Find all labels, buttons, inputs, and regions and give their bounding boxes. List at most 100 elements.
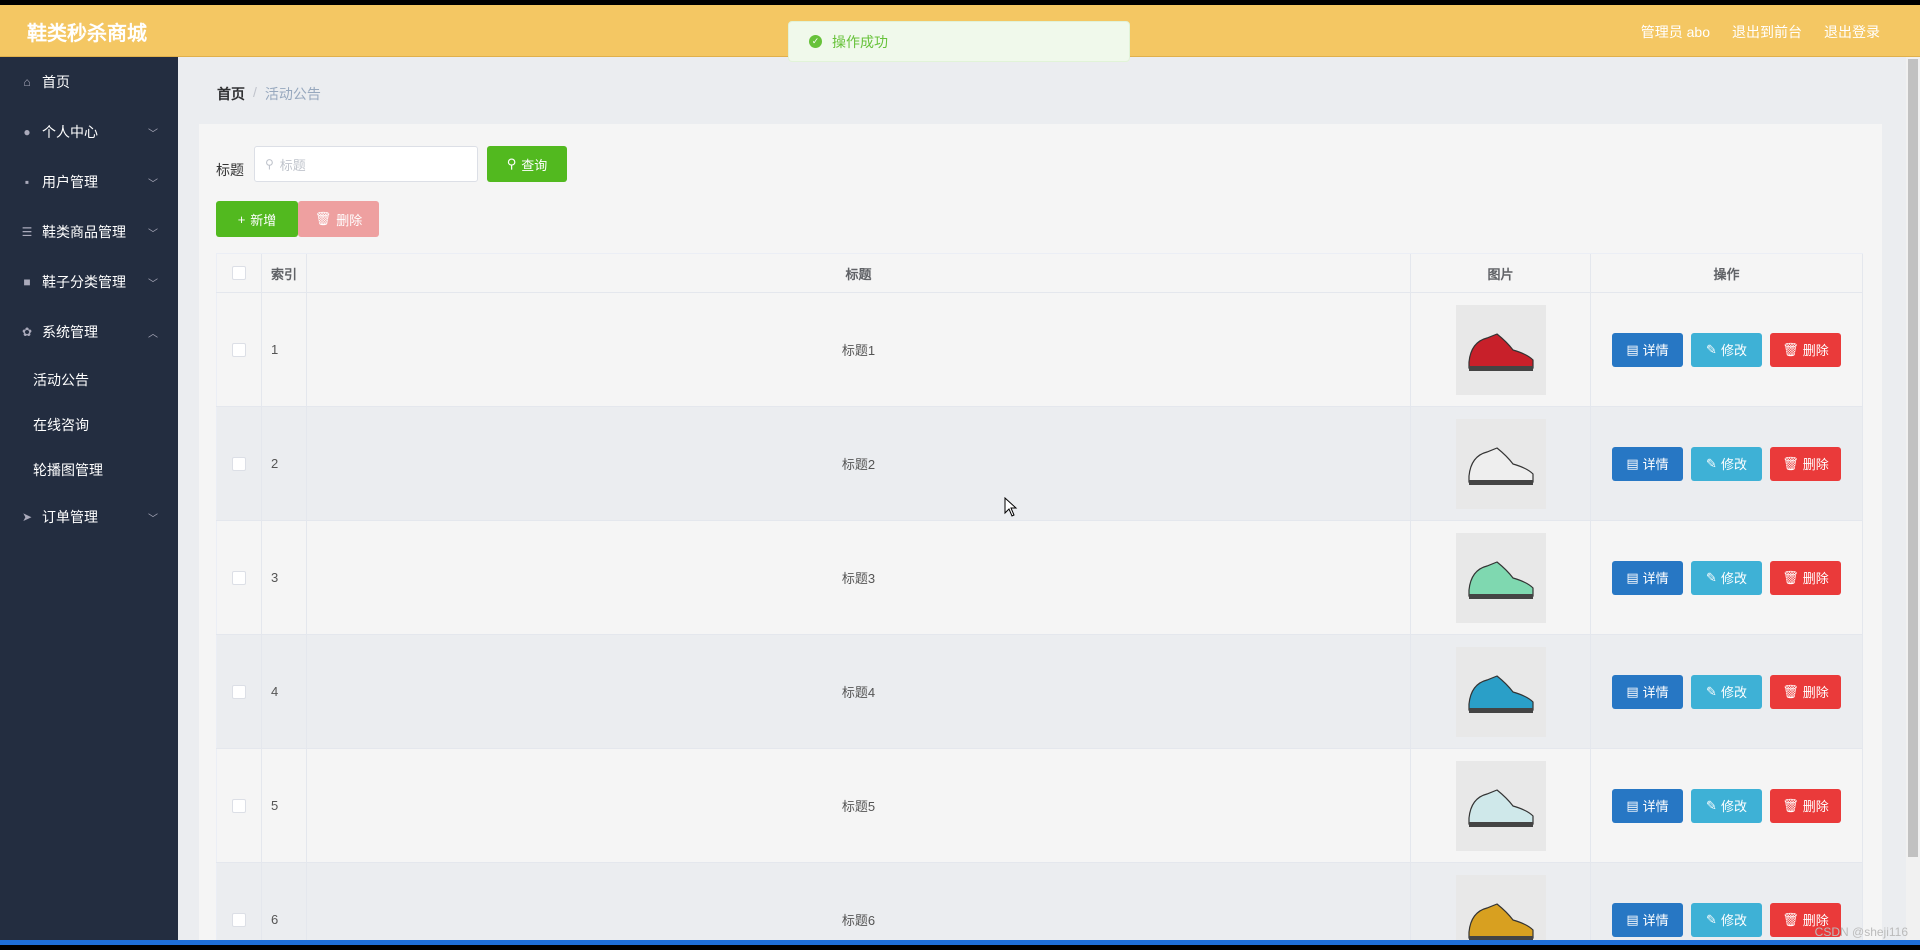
shoe-thumbnail[interactable] — [1455, 646, 1546, 737]
detail-button[interactable]: ▤ 详情 — [1612, 902, 1683, 937]
delete-button[interactable]: 🗑 删除 — [1770, 788, 1841, 823]
table-row: 6 标题6 ▤ 详情 ✎ 修改 🗑 删除 — [216, 863, 1863, 945]
sidebar-item-shoe-products[interactable]: ☰ 鞋类商品管理 ﹀ — [0, 207, 178, 257]
sidebar-item-shoe-categories[interactable]: ■ 鞋子分类管理 ﹀ — [0, 257, 178, 307]
detail-button[interactable]: ▤ 详情 — [1612, 332, 1683, 367]
sidebar-subitem-online-consult[interactable]: 在线咨询 — [0, 402, 178, 447]
edit-button[interactable]: ✎ 修改 — [1691, 332, 1762, 367]
document-icon: ▤ — [1626, 797, 1639, 813]
sidebar-item-label: 订单管理 — [42, 509, 98, 525]
row-image-cell — [1411, 635, 1591, 748]
row-index: 6 — [262, 863, 307, 945]
row-index: 5 — [262, 749, 307, 862]
shoe-icon — [1467, 674, 1534, 713]
detail-button[interactable]: ▤ 详情 — [1612, 560, 1683, 595]
sidebar-item-label: 系统管理 — [42, 324, 98, 340]
row-ops-cell: ▤ 详情 ✎ 修改 🗑 删除 — [1591, 521, 1863, 634]
edit-button[interactable]: ✎ 修改 — [1691, 560, 1762, 595]
document-icon: ▤ — [1626, 569, 1639, 585]
header-title: 标题 — [307, 254, 1411, 292]
shoe-thumbnail[interactable] — [1455, 760, 1546, 851]
success-toast: ✓ 操作成功 — [788, 21, 1130, 62]
sidebar-subitem-announcements[interactable]: 活动公告 — [0, 357, 178, 402]
plus-icon: + — [237, 211, 246, 227]
vertical-scrollbar[interactable] — [1906, 57, 1920, 945]
row-checkbox[interactable] — [232, 456, 246, 471]
add-button-label: 新增 — [250, 212, 277, 228]
row-image-cell — [1411, 863, 1591, 945]
edit-button[interactable]: ✎ 修改 — [1691, 674, 1762, 709]
header-links: 管理员 abo 退出到前台 退出登录 — [1641, 22, 1880, 42]
edit-label: 修改 — [1720, 457, 1747, 472]
shoe-thumbnail[interactable] — [1455, 304, 1546, 395]
detail-button[interactable]: ▤ 详情 — [1612, 674, 1683, 709]
table-row: 5 标题5 ▤ 详情 ✎ 修改 🗑 删除 — [216, 749, 1863, 863]
mouse-cursor-icon — [1004, 497, 1018, 517]
trash-icon: 🗑 — [1782, 911, 1799, 927]
row-index: 1 — [262, 293, 307, 406]
shoe-thumbnail[interactable] — [1455, 418, 1546, 509]
edit-button[interactable]: ✎ 修改 — [1691, 788, 1762, 823]
detail-button[interactable]: ▤ 详情 — [1612, 788, 1683, 823]
delete-button[interactable]: 🗑 删除 — [1770, 332, 1841, 367]
row-checkbox[interactable] — [232, 798, 246, 813]
send-icon: ➤ — [21, 510, 33, 524]
shoe-icon — [1467, 560, 1534, 599]
breadcrumb-home[interactable]: 首页 — [217, 84, 245, 104]
chevron-down-icon: ﹀ — [148, 279, 158, 290]
trash-icon: 🗑 — [1782, 797, 1799, 813]
delete-button[interactable]: 🗑 删除 — [1770, 446, 1841, 481]
back-to-front-link[interactable]: 退出到前台 — [1732, 22, 1802, 42]
delete-label: 删除 — [1802, 571, 1829, 586]
row-checkbox[interactable] — [232, 570, 246, 585]
sidebar-item-personal-center[interactable]: ● 个人中心 ﹀ — [0, 107, 178, 157]
scrollbar-thumb[interactable] — [1908, 59, 1918, 857]
sidebar-item-home[interactable]: ⌂ 首页 — [0, 57, 178, 107]
header-index: 索引 — [262, 254, 307, 292]
row-checkbox[interactable] — [232, 912, 246, 927]
batch-delete-button[interactable]: 🗑 删除 — [298, 201, 379, 237]
sidebar-item-label: 个人中心 — [42, 124, 98, 140]
delete-button[interactable]: 🗑 删除 — [1770, 560, 1841, 595]
pencil-icon: ✎ — [1706, 341, 1717, 357]
list-icon: ☰ — [21, 225, 33, 239]
table-body: 1 标题1 ▤ 详情 ✎ 修改 🗑 删除 2 标题2 ▤ 详情 ✎ 修改 🗑 删… — [216, 293, 1863, 945]
delete-button[interactable]: 🗑 删除 — [1770, 674, 1841, 709]
sidebar-item-label: 首页 — [42, 74, 70, 90]
table-row: 2 标题2 ▤ 详情 ✎ 修改 🗑 删除 — [216, 407, 1863, 521]
shoe-icon — [1467, 788, 1534, 827]
check-circle-icon: ✓ — [809, 35, 822, 48]
row-image-cell — [1411, 293, 1591, 406]
header-image: 图片 — [1411, 254, 1591, 292]
edit-button[interactable]: ✎ 修改 — [1691, 446, 1762, 481]
document-icon: ▤ — [1626, 341, 1639, 357]
app-window: 鞋类秒杀商城 管理员 abo 退出到前台 退出登录 ✓ 操作成功 ⌂ 首页 ● … — [0, 5, 1920, 945]
query-button[interactable]: ⚲ 查询 — [487, 146, 567, 182]
sidebar-item-user-management[interactable]: ▪ 用户管理 ﹀ — [0, 157, 178, 207]
row-image-cell — [1411, 407, 1591, 520]
trash-icon: 🗑 — [1782, 455, 1799, 471]
edit-label: 修改 — [1720, 343, 1747, 358]
detail-button[interactable]: ▤ 详情 — [1612, 446, 1683, 481]
breadcrumb-separator: / — [253, 84, 257, 100]
trash-icon: 🗑 — [1782, 341, 1799, 357]
row-checkbox[interactable] — [232, 684, 246, 699]
sidebar-item-orders[interactable]: ➤ 订单管理 ﹀ — [0, 492, 178, 542]
row-ops-cell: ▤ 详情 ✎ 修改 🗑 删除 — [1591, 407, 1863, 520]
logout-link[interactable]: 退出登录 — [1824, 22, 1880, 42]
search-icon: ⚲ — [265, 157, 274, 171]
chevron-down-icon: ﹀ — [148, 129, 158, 140]
edit-button[interactable]: ✎ 修改 — [1691, 902, 1762, 937]
search-input[interactable]: ⚲ 标题 — [254, 146, 478, 182]
row-checkbox[interactable] — [232, 342, 246, 357]
shoe-thumbnail[interactable] — [1455, 874, 1546, 945]
select-all-checkbox[interactable] — [232, 266, 246, 280]
breadcrumb-current: 活动公告 — [264, 86, 321, 102]
shoe-icon — [1467, 332, 1534, 371]
add-button[interactable]: + 新增 — [216, 201, 298, 237]
sidebar-subitem-carousel[interactable]: 轮播图管理 — [0, 447, 178, 492]
trash-icon: 🗑 — [314, 211, 332, 226]
shoe-thumbnail[interactable] — [1455, 532, 1546, 623]
sidebar-item-system[interactable]: ✿ 系统管理 ︿ — [0, 307, 178, 357]
edit-label: 修改 — [1720, 685, 1747, 700]
